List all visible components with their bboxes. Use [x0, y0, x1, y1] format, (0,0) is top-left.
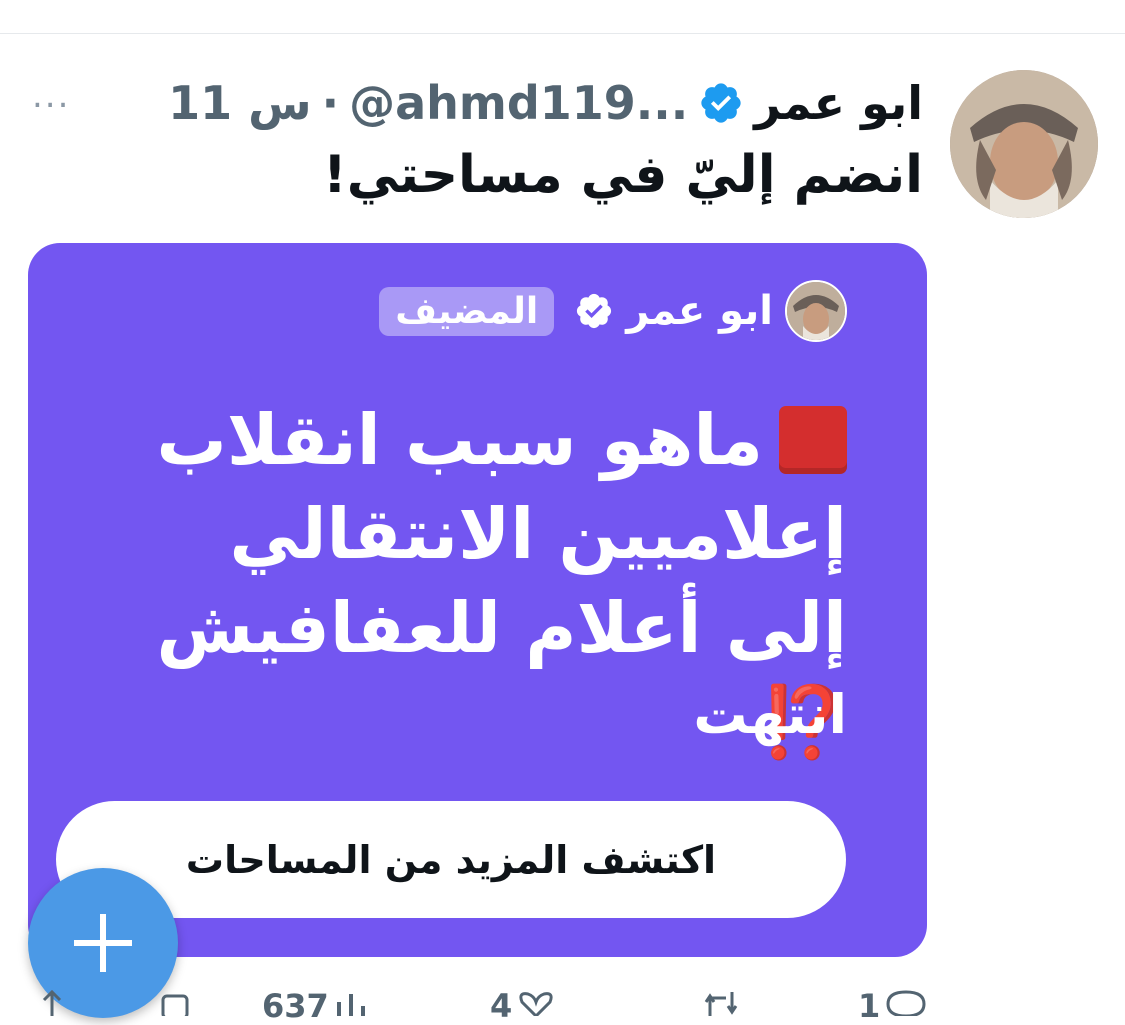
tweet-time[interactable]: 11 س: [168, 76, 312, 130]
reply-button[interactable]: 1: [858, 990, 928, 1022]
tweet-text: انضم إليّ في مساحتي!: [323, 145, 923, 205]
top-divider: [0, 33, 1125, 34]
reply-icon: [886, 990, 926, 1016]
author-handle[interactable]: @ahmd119...: [349, 76, 688, 130]
heart-icon: [519, 992, 553, 1016]
author-avatar[interactable]: [950, 70, 1098, 218]
views-button[interactable]: 637: [262, 990, 373, 1022]
share-button[interactable]: [38, 990, 66, 1016]
red-square-icon: [779, 406, 847, 474]
bookmark-icon: [161, 994, 189, 1016]
verified-badge-icon: [701, 83, 741, 123]
tweet-header: ابو عمر @ahmd119... · 11 س: [168, 68, 923, 138]
plus-icon: [74, 914, 132, 972]
host-name: ابو عمر: [626, 288, 773, 334]
explore-spaces-button[interactable]: اكتشف المزيد من المساحات: [56, 801, 846, 918]
retweet-button[interactable]: [700, 990, 744, 1016]
reply-count: 1: [858, 987, 881, 1025]
separator-dot: ·: [321, 76, 340, 130]
space-status: انتهت: [693, 683, 847, 746]
tweet-actions: 637 4 1: [0, 990, 1125, 1022]
more-options-icon[interactable]: ...: [32, 76, 70, 116]
retweet-icon: [704, 992, 738, 1016]
space-card[interactable]: ابو عمر المضيف ماهو سبب انقلاب إعلاميين …: [28, 243, 927, 957]
host-verified-icon: [577, 293, 612, 329]
like-button[interactable]: 4: [490, 990, 556, 1022]
views-count: 637: [262, 987, 329, 1025]
bookmark-button[interactable]: [160, 990, 190, 1016]
share-icon: [42, 990, 62, 1016]
views-icon: [336, 994, 365, 1016]
host-badge: المضيف: [379, 286, 555, 336]
space-title-text: ماهو سبب انقلاب إعلاميين الانتقالي إلى أ…: [156, 399, 848, 669]
like-count: 4: [490, 987, 513, 1025]
space-host-row: ابو عمر المضيف: [379, 279, 847, 343]
host-avatar: [785, 280, 847, 342]
author-name[interactable]: ابو عمر: [754, 76, 923, 130]
